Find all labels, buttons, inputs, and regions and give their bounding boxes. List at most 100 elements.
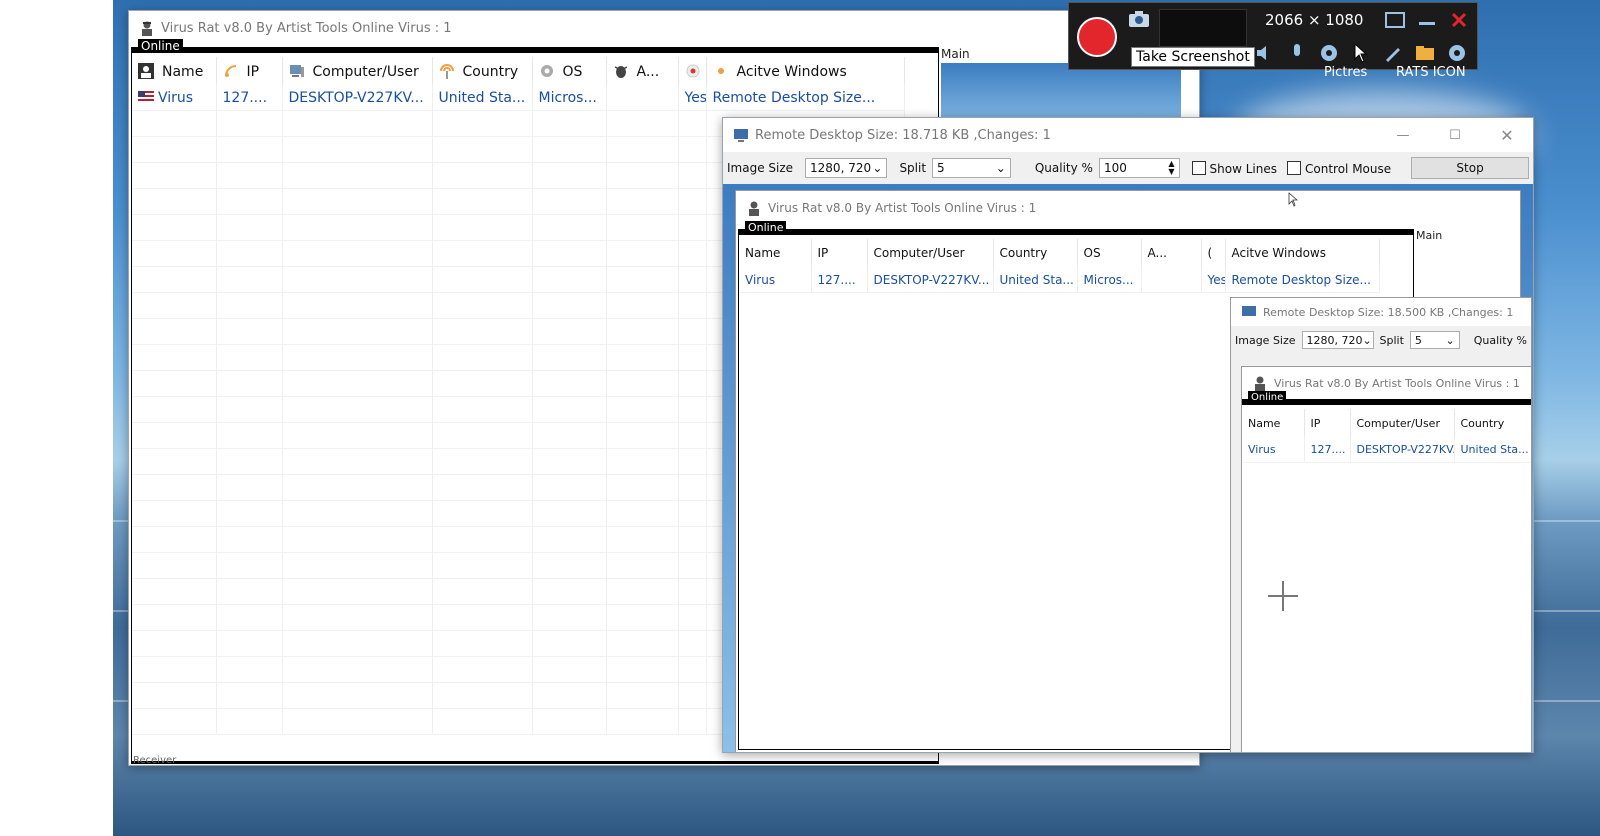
signal-icon bbox=[224, 64, 236, 77]
empty-cell bbox=[282, 318, 433, 345]
empty-cell bbox=[216, 604, 283, 631]
empty-cell bbox=[432, 162, 533, 189]
empty-cell bbox=[216, 240, 283, 267]
recorder-toolbar: 2066 × 1080 Take Screenshot bbox=[1068, 2, 1478, 70]
empty-cell bbox=[216, 292, 283, 319]
cell-os: Micros... bbox=[532, 85, 607, 111]
empty-cell bbox=[532, 448, 607, 475]
minimize-button[interactable]: — bbox=[1377, 128, 1429, 143]
empty-cell bbox=[282, 708, 433, 735]
pen-icon[interactable] bbox=[1379, 39, 1407, 67]
empty-cell bbox=[678, 526, 707, 553]
status-stub: Receiver bbox=[133, 755, 177, 766]
empty-cell bbox=[216, 318, 283, 345]
checkbox-icon bbox=[1287, 160, 1301, 175]
stop-button[interactable]: Stop bbox=[1411, 157, 1529, 179]
empty-cell bbox=[606, 136, 679, 163]
remote-window-title: Remote Desktop Size: 18.718 KB ,Changes:… bbox=[755, 127, 1051, 143]
empty-cell bbox=[432, 396, 533, 423]
monitor-icon bbox=[1242, 306, 1256, 316]
empty-cell bbox=[432, 630, 533, 657]
empty-cell bbox=[216, 578, 283, 605]
col-name[interactable]: Name bbox=[132, 57, 217, 85]
camera-icon[interactable] bbox=[1125, 5, 1153, 33]
user-icon bbox=[138, 62, 154, 79]
empty-cell bbox=[132, 344, 217, 371]
empty-cell bbox=[432, 266, 533, 293]
microphone-icon[interactable] bbox=[1283, 39, 1311, 67]
empty-cell bbox=[678, 344, 707, 371]
empty-cell bbox=[532, 240, 607, 267]
table-row[interactable]: Virus 127.... DESKTOP-V227KV... United S… bbox=[132, 85, 905, 111]
empty-cell bbox=[678, 656, 707, 683]
empty-cell bbox=[678, 630, 707, 657]
empty-cell bbox=[282, 162, 433, 189]
empty-cell bbox=[678, 604, 707, 631]
cursor-icon[interactable] bbox=[1347, 39, 1375, 67]
col-os[interactable]: OS bbox=[532, 57, 607, 85]
us-flag-icon bbox=[138, 91, 154, 103]
col-c[interactable]: ( bbox=[678, 57, 707, 85]
empty-cell bbox=[216, 422, 283, 449]
empty-cell bbox=[606, 370, 679, 397]
empty-cell bbox=[132, 604, 217, 631]
empty-cell bbox=[432, 214, 533, 241]
cell-c: Yes bbox=[678, 85, 707, 111]
empty-cell bbox=[282, 422, 433, 449]
empty-cell bbox=[432, 292, 533, 319]
empty-cell bbox=[678, 396, 707, 423]
col-a[interactable]: A... bbox=[606, 57, 679, 85]
maximize-button[interactable]: ☐ bbox=[1429, 128, 1481, 143]
empty-cell bbox=[606, 240, 679, 267]
split-select[interactable]: 5 ⌄ bbox=[932, 158, 1011, 178]
window-mode-icon[interactable] bbox=[1381, 6, 1409, 34]
image-size-select[interactable]: 1280, 720 ⌄ bbox=[805, 158, 888, 178]
empty-cell bbox=[678, 448, 707, 475]
empty-cell bbox=[432, 474, 533, 501]
chevron-down-icon: ⌄ bbox=[872, 161, 883, 175]
empty-cell bbox=[678, 474, 707, 501]
empty-cell bbox=[282, 344, 433, 371]
resolution-label: 2066 × 1080 bbox=[1265, 11, 1364, 29]
empty-cell bbox=[282, 474, 433, 501]
col-active-windows[interactable]: Acitve Windows bbox=[706, 57, 905, 85]
mouse-cursor bbox=[1288, 192, 1298, 207]
cell-computer: DESKTOP-V227KV... bbox=[282, 85, 433, 111]
empty-cell bbox=[216, 370, 283, 397]
empty-cell bbox=[216, 188, 283, 215]
webcam-toggle-icon[interactable] bbox=[1315, 39, 1343, 67]
main-window-title: Virus Rat v8.0 By Artist Tools Online Vi… bbox=[161, 20, 452, 36]
settings-icon[interactable] bbox=[1443, 39, 1471, 67]
tile-label-rats-icon: RATS ICON bbox=[1396, 65, 1466, 80]
empty-cell bbox=[606, 656, 679, 683]
control-mouse-checkbox[interactable]: Control Mouse bbox=[1287, 160, 1391, 176]
close-button[interactable]: ✕ bbox=[1481, 126, 1533, 145]
empty-cell bbox=[532, 630, 607, 657]
empty-cell bbox=[132, 656, 217, 683]
minimize-icon[interactable] bbox=[1413, 6, 1441, 34]
empty-cell bbox=[678, 370, 707, 397]
quality-stepper[interactable]: 100 ▲ ▼ bbox=[1098, 158, 1180, 178]
col-computer[interactable]: Computer/User bbox=[282, 57, 433, 85]
record-button[interactable] bbox=[1077, 17, 1117, 57]
agent-icon bbox=[142, 21, 152, 36]
webcam-icon bbox=[686, 64, 699, 77]
empty-cell bbox=[606, 214, 679, 241]
empty-cell bbox=[678, 240, 707, 267]
remote-desktop-window: Remote Desktop Size: 18.718 KB ,Changes:… bbox=[722, 117, 1534, 753]
folder-icon[interactable] bbox=[1411, 39, 1439, 67]
empty-cell bbox=[606, 188, 679, 215]
col-ip[interactable]: IP bbox=[216, 57, 283, 85]
empty-cell bbox=[132, 682, 217, 709]
close-icon[interactable] bbox=[1445, 6, 1473, 34]
show-lines-checkbox[interactable]: Show Lines bbox=[1191, 160, 1277, 176]
speaker-icon[interactable] bbox=[1251, 39, 1279, 67]
empty-cell bbox=[282, 604, 433, 631]
cell-a bbox=[606, 85, 679, 111]
empty-cell bbox=[532, 344, 607, 371]
empty-cell bbox=[216, 396, 283, 423]
col-country[interactable]: Country bbox=[432, 57, 533, 85]
remote-view[interactable]: Virus Rat v8.0 By Artist Tools Online Vi… bbox=[723, 184, 1533, 752]
empty-cell bbox=[132, 370, 217, 397]
empty-cell bbox=[606, 266, 679, 293]
